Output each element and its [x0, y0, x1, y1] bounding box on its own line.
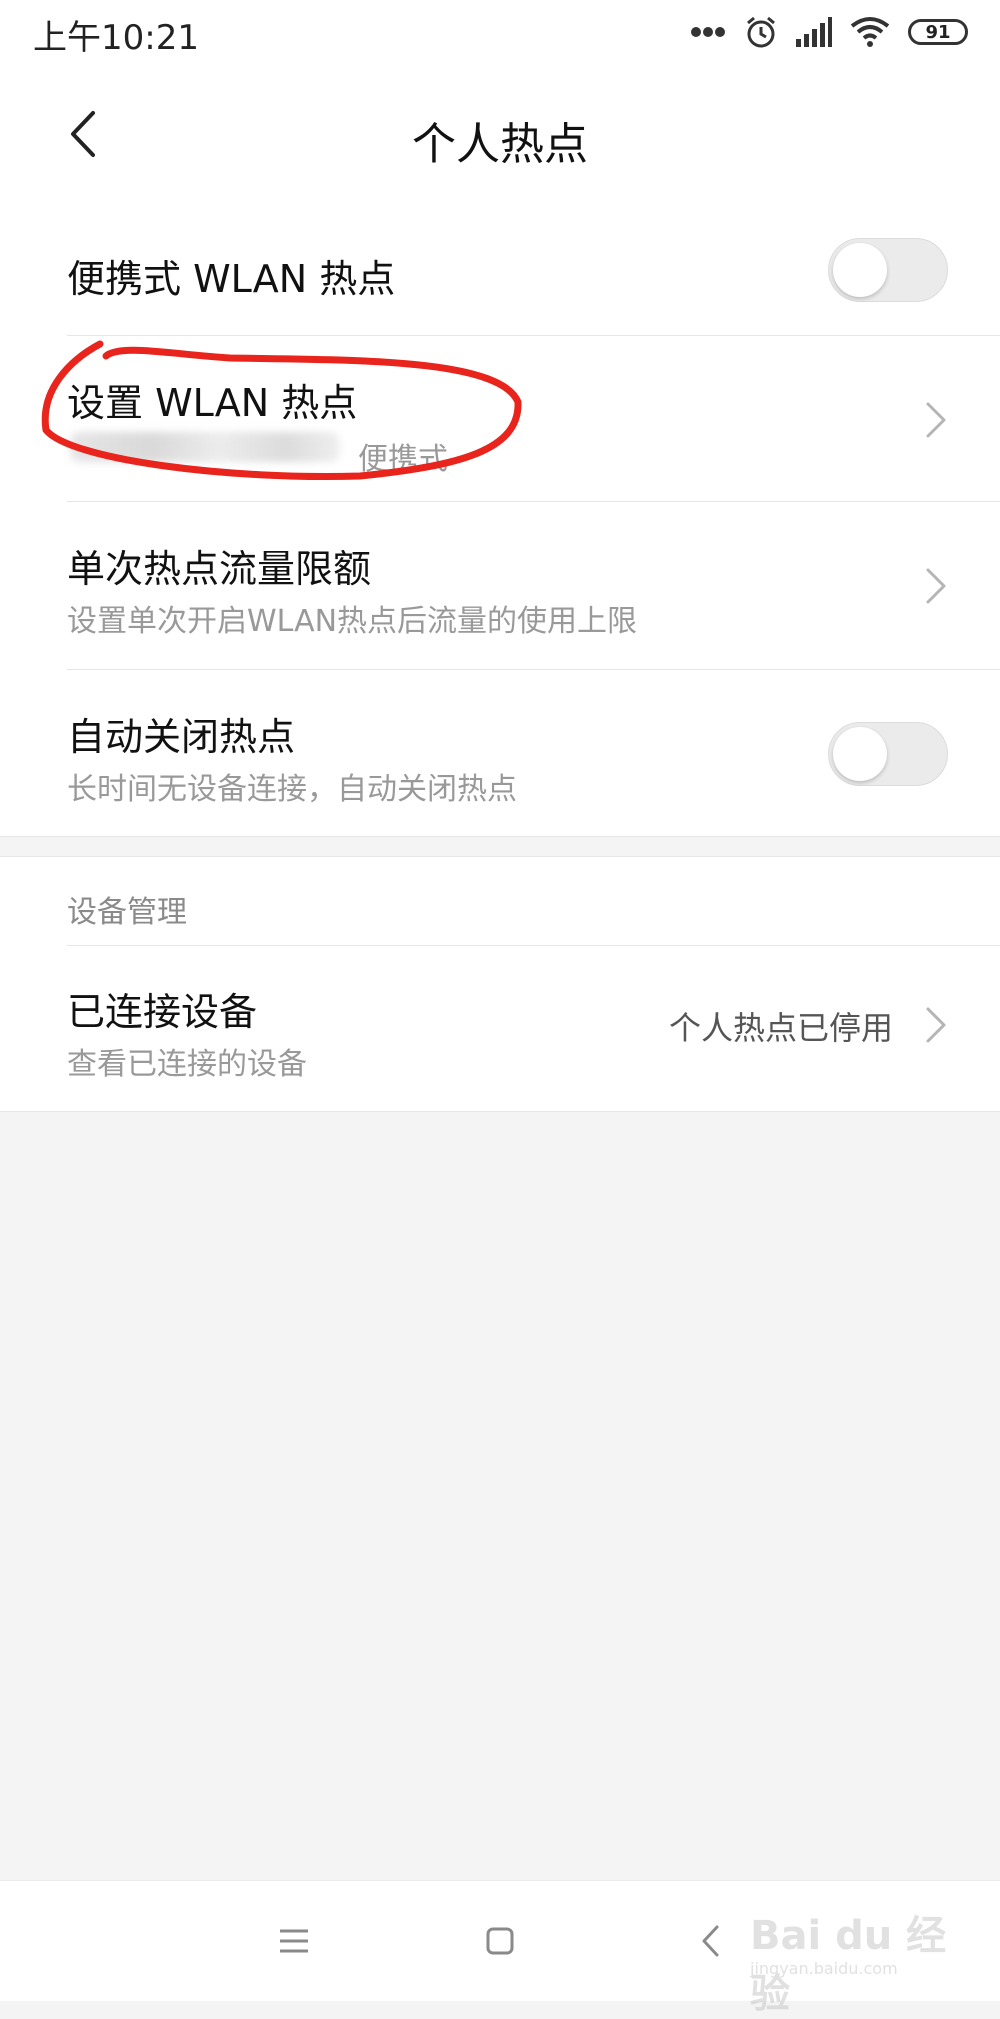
menu-button[interactable] — [264, 1911, 324, 1971]
setup-hotspot-row[interactable]: 设置 WLAN 热点 便携式 — [0, 336, 1000, 502]
auto-close-toggle[interactable] — [828, 722, 948, 786]
data-limit-row[interactable]: 单次热点流量限额 设置单次开启WLAN热点后流量的使用上限 — [0, 502, 1000, 670]
setup-hotspot-subtitle: 便携式 — [358, 442, 448, 477]
app-bar: 个人热点 — [0, 64, 1000, 205]
connected-devices-label: 已连接设备 — [67, 990, 258, 1034]
status-bar: 上午10:21 91 — [0, 0, 1000, 64]
portable-hotspot-label: 便携式 WLAN 热点 — [67, 257, 396, 301]
setup-hotspot-label: 设置 WLAN 热点 — [67, 381, 358, 425]
toggle-knob — [833, 727, 887, 781]
home-square-icon — [486, 1927, 514, 1955]
alarm-clock-icon — [747, 16, 775, 48]
portable-hotspot-row[interactable]: 便携式 WLAN 热点 — [0, 204, 1000, 336]
chevron-right-icon — [926, 1007, 946, 1043]
blurred-hotspot-name — [70, 432, 340, 462]
auto-close-label: 自动关闭热点 — [67, 715, 296, 759]
baidu-watermark: Bai du 经验 jingyan.baidu.com — [750, 1903, 960, 2017]
auto-close-row[interactable]: 自动关闭热点 长时间无设备连接，自动关闭热点 — [0, 670, 1000, 836]
auto-close-subtitle: 长时间无设备连接，自动关闭热点 — [67, 772, 517, 807]
battery-level: 91 — [925, 21, 951, 43]
page-title: 个人热点 — [412, 119, 588, 170]
connected-devices-subtitle: 查看已连接的设备 — [67, 1047, 307, 1082]
nav-back-button[interactable] — [680, 1911, 740, 1971]
signal-icon — [796, 17, 832, 47]
home-button[interactable] — [470, 1911, 530, 1971]
chevron-right-icon — [926, 402, 946, 438]
chevron-right-icon — [926, 568, 946, 604]
watermark-url: jingyan.baidu.com — [750, 1959, 898, 1978]
connected-devices-row[interactable]: 已连接设备 查看已连接的设备 个人热点已停用 — [0, 945, 1000, 1111]
device-management-card: 设备管理 已连接设备 查看已连接的设备 个人热点已停用 — [0, 856, 1000, 1112]
menu-icon — [280, 1929, 308, 1953]
status-time: 上午10:21 — [33, 18, 199, 58]
back-icon — [702, 1925, 719, 1957]
section-header: 设备管理 — [67, 895, 187, 930]
portable-hotspot-toggle[interactable] — [828, 238, 948, 302]
hotspot-status-value: 个人热点已停用 — [668, 1009, 893, 1047]
status-icons: 91 — [690, 12, 968, 52]
wifi-icon — [850, 17, 890, 47]
hotspot-settings-card: 便携式 WLAN 热点 设置 WLAN 热点 便携式 单次热点流量限额 设置单次… — [0, 204, 1000, 837]
navigation-bar: Bai du 经验 jingyan.baidu.com — [0, 1880, 1000, 2017]
battery-icon: 91 — [908, 19, 968, 45]
data-limit-label: 单次热点流量限额 — [67, 547, 372, 591]
toggle-knob — [833, 243, 887, 297]
data-limit-subtitle: 设置单次开启WLAN热点后流量的使用上限 — [67, 604, 638, 639]
more-dots-icon — [691, 27, 725, 37]
